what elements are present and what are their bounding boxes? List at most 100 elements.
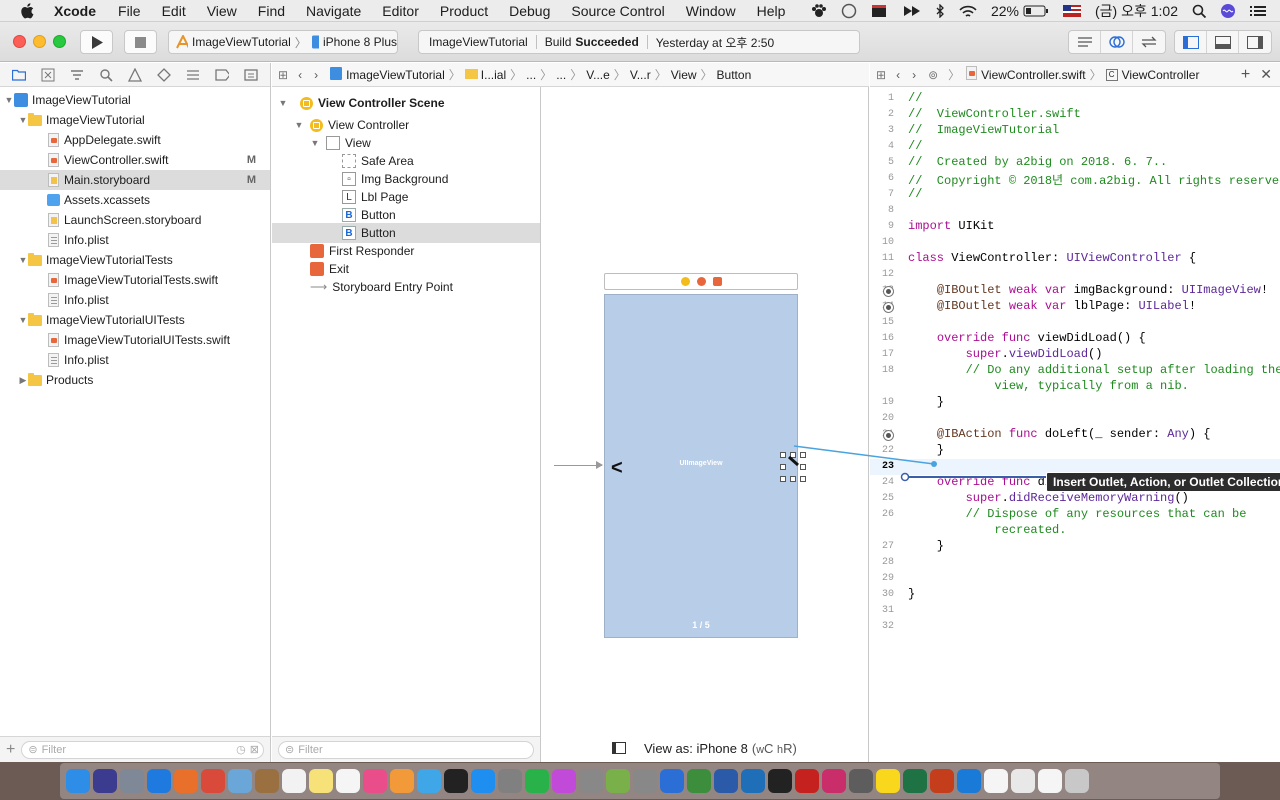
issue-tab-icon[interactable]: [127, 67, 142, 82]
menu-file[interactable]: File: [118, 3, 141, 19]
siri-menu-icon[interactable]: [1220, 3, 1236, 19]
wifi-icon[interactable]: [959, 5, 977, 18]
add-editor-icon[interactable]: +: [1241, 66, 1250, 84]
powerpoint-icon[interactable]: [930, 769, 954, 793]
minimize-window-button[interactable]: [33, 35, 46, 48]
circle-status-icon[interactable]: [841, 3, 857, 19]
disclosure-open-icon[interactable]: ▼: [18, 115, 28, 125]
kakaotalk-icon[interactable]: [876, 769, 900, 793]
disclosure-closed-icon[interactable]: ▶: [18, 375, 28, 386]
crumb-button[interactable]: Button: [717, 68, 752, 82]
system-prefs-icon[interactable]: [498, 769, 522, 793]
device-name[interactable]: iPhone 8 Plus: [323, 35, 397, 49]
entry-point-arrow[interactable]: [554, 461, 603, 469]
menu-editor[interactable]: Editor: [382, 3, 419, 19]
menu-edit[interactable]: Edit: [162, 3, 186, 19]
tree-item-group[interactable]: ▼ ImageViewTutorialUITests: [0, 310, 270, 330]
crumb-scene[interactable]: V...e: [586, 68, 610, 82]
menu-view[interactable]: View: [207, 3, 237, 19]
tree-item-project[interactable]: ▼ ImageViewTutorial: [0, 90, 270, 110]
teamviewer-icon[interactable]: [957, 769, 981, 793]
crumb-storyboard-base[interactable]: ...: [556, 68, 566, 82]
clapper-icon[interactable]: [871, 4, 889, 18]
toggle-navigator-button[interactable]: [1175, 31, 1207, 53]
debug-tab-icon[interactable]: [186, 68, 200, 82]
outline-view-controller[interactable]: ▼ View Controller: [272, 115, 540, 135]
tree-item-file[interactable]: AppDelegate.swift: [0, 130, 270, 150]
tree-item-file[interactable]: Info.plist: [0, 350, 270, 370]
disclosure-open-icon[interactable]: ▼: [278, 98, 288, 108]
navigator-filter-input[interactable]: ⊜ Filter ◷ ⊠: [21, 740, 264, 759]
vc-dock-icon[interactable]: [680, 277, 690, 286]
exit-dock-icon[interactable]: [712, 277, 722, 286]
outline-button-selected[interactable]: B Button: [272, 223, 540, 243]
connected-outlet-icon[interactable]: [883, 286, 894, 297]
tree-item-file[interactable]: ImageViewTutorialTests.swift: [0, 270, 270, 290]
outline-exit[interactable]: Exit: [272, 259, 540, 279]
responder-dock-icon[interactable]: [696, 277, 706, 286]
safari-icon[interactable]: [147, 769, 171, 793]
filezilla-icon[interactable]: [795, 769, 819, 793]
blank-icon[interactable]: [1011, 769, 1035, 793]
menu-product[interactable]: Product: [440, 3, 488, 19]
menu-app-name[interactable]: Xcode: [54, 3, 96, 19]
forward-icon[interactable]: ›: [912, 68, 916, 82]
menu-navigate[interactable]: Navigate: [306, 3, 361, 19]
test-tab-icon[interactable]: [157, 67, 172, 82]
related-items-icon[interactable]: ⊞: [876, 68, 886, 82]
vscode-icon[interactable]: [741, 769, 765, 793]
code-editor[interactable]: 1 // 2 // ViewController.swift 3 // ImageView…: [870, 87, 1280, 762]
folder-tab-icon[interactable]: [11, 68, 26, 82]
outline-view[interactable]: ▼ View: [272, 133, 540, 153]
trash-icon[interactable]: [1065, 769, 1089, 793]
notification-center-icon[interactable]: [1250, 5, 1266, 17]
bluetooth-icon[interactable]: [935, 4, 945, 18]
back-icon[interactable]: ‹: [896, 68, 900, 82]
version-editor-button[interactable]: [1133, 31, 1165, 53]
outline-first-responder[interactable]: First Responder: [272, 241, 540, 261]
facetime-icon[interactable]: [525, 769, 549, 793]
app-icon[interactable]: [822, 769, 846, 793]
tree-item-file-selected[interactable]: Main.storyboard M: [0, 170, 270, 190]
siri-icon[interactable]: [93, 769, 117, 793]
pycharm-icon[interactable]: [768, 769, 792, 793]
standard-editor-button[interactable]: [1069, 31, 1101, 53]
report-tab-icon[interactable]: [244, 68, 259, 82]
storyboard-canvas[interactable]: < UIImageView 1 / 5 View as: iPhone 8 (w…: [542, 87, 869, 762]
crumb-view[interactable]: View: [671, 68, 697, 82]
breakpoint-tab-icon[interactable]: [215, 68, 230, 82]
crumb-storyboard[interactable]: ...: [526, 68, 536, 82]
menu-debug[interactable]: Debug: [509, 3, 550, 19]
back-icon[interactable]: ‹: [298, 68, 302, 82]
tree-item-file[interactable]: Info.plist: [0, 230, 270, 250]
spotlight-icon[interactable]: [1192, 4, 1206, 18]
chrome-icon[interactable]: [201, 769, 225, 793]
menu-help[interactable]: Help: [757, 3, 786, 19]
disclosure-open-icon[interactable]: ▼: [18, 315, 28, 325]
android-icon[interactable]: [606, 769, 630, 793]
firefox-icon[interactable]: [174, 769, 198, 793]
outline-entry-point[interactable]: ⟶ Storyboard Entry Point: [272, 277, 540, 297]
reminders-icon[interactable]: [336, 769, 360, 793]
stop-button[interactable]: [124, 30, 157, 54]
add-icon[interactable]: +: [6, 741, 15, 759]
outline-filter-input[interactable]: ⊜ Filter: [278, 740, 534, 759]
launchpad-icon[interactable]: [120, 769, 144, 793]
source-control-tab-icon[interactable]: [41, 68, 55, 82]
menu-source-control[interactable]: Source Control: [571, 3, 664, 19]
crumb-project[interactable]: ImageViewTutorial: [346, 68, 445, 82]
toggle-outline-icon[interactable]: [612, 742, 626, 754]
sublime-icon[interactable]: [849, 769, 873, 793]
find-tab-icon[interactable]: [99, 68, 113, 82]
close-editor-icon[interactable]: ✕: [1260, 66, 1272, 83]
editor-crumb-file[interactable]: ViewController.swift: [981, 68, 1085, 82]
crumb-group[interactable]: I...ial: [481, 68, 506, 82]
editor-crumb-class[interactable]: ViewController: [1122, 68, 1200, 82]
terminal-icon[interactable]: [444, 769, 468, 793]
symbol-tab-icon[interactable]: [70, 68, 84, 82]
disclosure-open-icon[interactable]: ▼: [310, 138, 320, 148]
window-icon[interactable]: [1038, 769, 1062, 793]
tree-item-file[interactable]: ImageViewTutorialUITests.swift: [0, 330, 270, 350]
view-controller-view[interactable]: < UIImageView 1 / 5: [604, 294, 806, 638]
back-icon[interactable]: [984, 769, 1008, 793]
